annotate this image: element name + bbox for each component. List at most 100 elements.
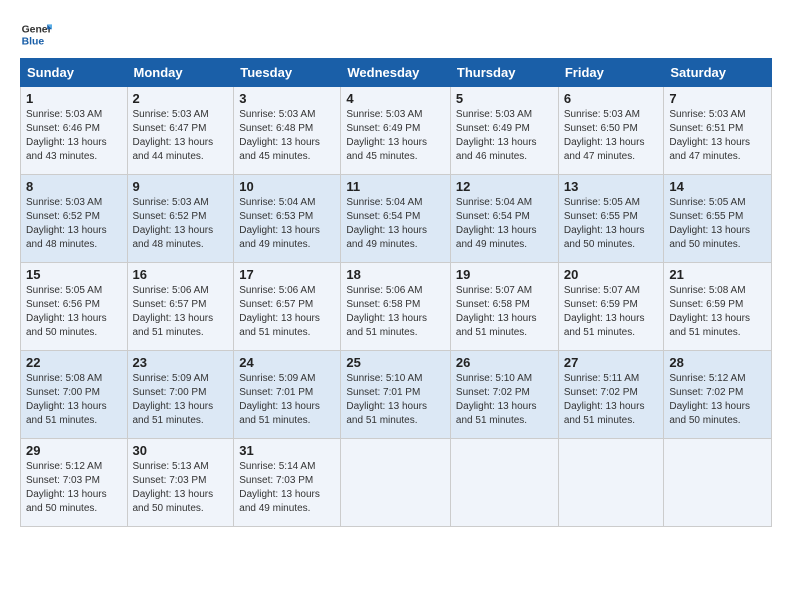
calendar-cell [664,439,772,527]
day-number: 26 [456,355,553,370]
calendar-cell: 21 Sunrise: 5:08 AMSunset: 6:59 PMDayligh… [664,263,772,351]
cell-info: Sunrise: 5:08 AMSunset: 6:59 PMDaylight:… [669,284,766,340]
cell-info: Sunrise: 5:03 AMSunset: 6:48 PMDaylight:… [239,108,335,164]
day-number: 15 [26,267,122,282]
day-number: 11 [346,179,445,194]
day-number: 14 [669,179,766,194]
calendar-header-saturday: Saturday [664,59,772,87]
calendar-cell: 8 Sunrise: 5:03 AMSunset: 6:52 PMDaylight… [21,175,128,263]
day-number: 3 [239,91,335,106]
calendar-header-sunday: Sunday [21,59,128,87]
calendar-cell: 14 Sunrise: 5:05 AMSunset: 6:55 PMDayligh… [664,175,772,263]
day-number: 6 [564,91,659,106]
day-number: 20 [564,267,659,282]
cell-info: Sunrise: 5:05 AMSunset: 6:56 PMDaylight:… [26,284,122,340]
day-number: 28 [669,355,766,370]
day-number: 7 [669,91,766,106]
calendar-cell [450,439,558,527]
calendar-cell: 26 Sunrise: 5:10 AMSunset: 7:02 PMDayligh… [450,351,558,439]
cell-info: Sunrise: 5:03 AMSunset: 6:51 PMDaylight:… [669,108,766,164]
calendar-header-monday: Monday [127,59,234,87]
calendar-week-row: 15 Sunrise: 5:05 AMSunset: 6:56 PMDayligh… [21,263,772,351]
calendar-header-row: SundayMondayTuesdayWednesdayThursdayFrid… [21,59,772,87]
cell-info: Sunrise: 5:03 AMSunset: 6:47 PMDaylight:… [133,108,229,164]
cell-info: Sunrise: 5:03 AMSunset: 6:46 PMDaylight:… [26,108,122,164]
calendar-cell: 20Sunrise: 5:07 AMSunset: 6:59 PMDayligh… [558,263,664,351]
calendar-cell [558,439,664,527]
cell-info: Sunrise: 5:09 AMSunset: 7:00 PMDaylight:… [133,372,229,428]
cell-info: Sunrise: 5:09 AMSunset: 7:01 PMDaylight:… [239,372,335,428]
cell-info: Sunrise: 5:04 AMSunset: 6:54 PMDaylight:… [456,196,553,252]
calendar-cell: 3 Sunrise: 5:03 AMSunset: 6:48 PMDaylight… [234,87,341,175]
cell-info: Sunrise: 5:05 AMSunset: 6:55 PMDaylight:… [669,196,766,252]
cell-info: Sunrise: 5:07 AMSunset: 6:58 PMDaylight:… [456,284,553,340]
cell-info: Sunrise: 5:03 AMSunset: 6:50 PMDaylight:… [564,108,659,164]
day-number: 17 [239,267,335,282]
day-number: 10 [239,179,335,194]
cell-info: Sunrise: 5:03 AMSunset: 6:52 PMDaylight:… [26,196,122,252]
day-number: 19 [456,267,553,282]
day-number: 8 [26,179,122,194]
logo: General Blue [20,18,52,50]
day-number: 4 [346,91,445,106]
header: General Blue [20,18,772,50]
day-number: 25 [346,355,445,370]
calendar-cell: 5 Sunrise: 5:03 AMSunset: 6:49 PMDaylight… [450,87,558,175]
cell-info: Sunrise: 5:06 AMSunset: 6:57 PMDaylight:… [133,284,229,340]
calendar-cell: 31 Sunrise: 5:14 AMSunset: 7:03 PMDayligh… [234,439,341,527]
cell-info: Sunrise: 5:05 AMSunset: 6:55 PMDaylight:… [564,196,659,252]
calendar-cell: 1 Sunrise: 5:03 AMSunset: 6:46 PMDaylight… [21,87,128,175]
calendar-cell: 30Sunrise: 5:13 AMSunset: 7:03 PMDayligh… [127,439,234,527]
day-number: 30 [133,443,229,458]
calendar-cell: 9Sunrise: 5:03 AMSunset: 6:52 PMDaylight… [127,175,234,263]
day-number: 23 [133,355,229,370]
calendar-week-row: 22 Sunrise: 5:08 AMSunset: 7:00 PMDayligh… [21,351,772,439]
cell-info: Sunrise: 5:03 AMSunset: 6:49 PMDaylight:… [456,108,553,164]
day-number: 5 [456,91,553,106]
calendar-cell: 29Sunrise: 5:12 AMSunset: 7:03 PMDayligh… [21,439,128,527]
calendar-cell: 10 Sunrise: 5:04 AMSunset: 6:53 PMDayligh… [234,175,341,263]
calendar-header-friday: Friday [558,59,664,87]
calendar-cell: 16 Sunrise: 5:06 AMSunset: 6:57 PMDayligh… [127,263,234,351]
day-number: 21 [669,267,766,282]
day-number: 16 [133,267,229,282]
cell-info: Sunrise: 5:04 AMSunset: 6:54 PMDaylight:… [346,196,445,252]
calendar-cell: 4Sunrise: 5:03 AMSunset: 6:49 PMDaylight… [341,87,451,175]
cell-info: Sunrise: 5:10 AMSunset: 7:02 PMDaylight:… [456,372,553,428]
calendar-cell: 7 Sunrise: 5:03 AMSunset: 6:51 PMDaylight… [664,87,772,175]
cell-info: Sunrise: 5:14 AMSunset: 7:03 PMDaylight:… [239,460,335,516]
cell-info: Sunrise: 5:08 AMSunset: 7:00 PMDaylight:… [26,372,122,428]
calendar-cell: 27 Sunrise: 5:11 AMSunset: 7:02 PMDayligh… [558,351,664,439]
calendar-header-tuesday: Tuesday [234,59,341,87]
cell-info: Sunrise: 5:06 AMSunset: 6:57 PMDaylight:… [239,284,335,340]
calendar-week-row: 1 Sunrise: 5:03 AMSunset: 6:46 PMDaylight… [21,87,772,175]
page: General Blue SundayMondayTuesdayWednesda… [0,0,792,537]
calendar-cell: 11 Sunrise: 5:04 AMSunset: 6:54 PMDayligh… [341,175,451,263]
cell-info: Sunrise: 5:06 AMSunset: 6:58 PMDaylight:… [346,284,445,340]
day-number: 29 [26,443,122,458]
calendar-cell: 18 Sunrise: 5:06 AMSunset: 6:58 PMDayligh… [341,263,451,351]
day-number: 13 [564,179,659,194]
day-number: 9 [133,179,229,194]
cell-info: Sunrise: 5:04 AMSunset: 6:53 PMDaylight:… [239,196,335,252]
day-number: 1 [26,91,122,106]
calendar-cell: 22 Sunrise: 5:08 AMSunset: 7:00 PMDayligh… [21,351,128,439]
calendar-cell [341,439,451,527]
calendar-cell: 15 Sunrise: 5:05 AMSunset: 6:56 PMDayligh… [21,263,128,351]
cell-info: Sunrise: 5:11 AMSunset: 7:02 PMDaylight:… [564,372,659,428]
svg-text:Blue: Blue [22,36,45,47]
calendar-cell: 23 Sunrise: 5:09 AMSunset: 7:00 PMDayligh… [127,351,234,439]
day-number: 12 [456,179,553,194]
day-number: 27 [564,355,659,370]
day-number: 18 [346,267,445,282]
calendar-cell: 19 Sunrise: 5:07 AMSunset: 6:58 PMDayligh… [450,263,558,351]
day-number: 22 [26,355,122,370]
calendar-cell: 12 Sunrise: 5:04 AMSunset: 6:54 PMDayligh… [450,175,558,263]
calendar-cell: 2Sunrise: 5:03 AMSunset: 6:47 PMDaylight… [127,87,234,175]
calendar-cell: 17 Sunrise: 5:06 AMSunset: 6:57 PMDayligh… [234,263,341,351]
calendar-header-wednesday: Wednesday [341,59,451,87]
calendar-cell: 25Sunrise: 5:10 AMSunset: 7:01 PMDayligh… [341,351,451,439]
day-number: 31 [239,443,335,458]
calendar-table: SundayMondayTuesdayWednesdayThursdayFrid… [20,58,772,527]
logo-icon: General Blue [20,18,52,50]
